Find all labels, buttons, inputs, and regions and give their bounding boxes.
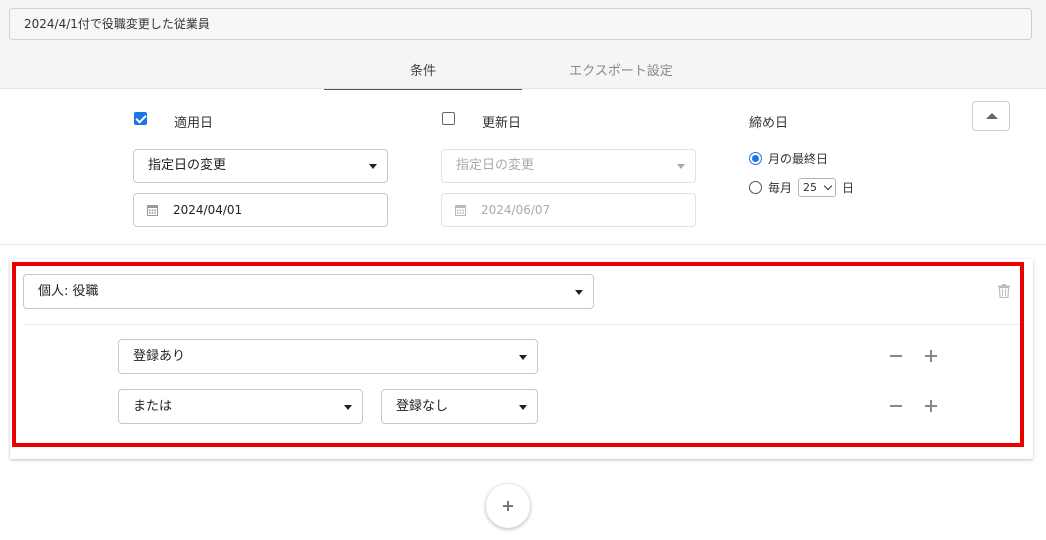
updated-date-mode-select[interactable]: 指定日の変更 (441, 149, 696, 183)
minus-icon[interactable] (888, 348, 904, 364)
tab-export-settings[interactable]: エクスポート設定 (522, 60, 720, 88)
chevron-down-icon (575, 289, 583, 295)
applied-date-label: 適用日 (174, 116, 214, 131)
title-input[interactable]: 2024/4/1付で役職変更した従業員 (9, 8, 1032, 40)
chevron-down-icon (519, 354, 527, 360)
tabs-divider (0, 88, 1046, 89)
updated-date-input[interactable]: 2024/06/07 (441, 193, 696, 227)
applied-date-value: 2024/04/01 (173, 203, 243, 217)
condition-value-2: 登録なし (396, 399, 449, 414)
calendar-icon (455, 205, 466, 216)
trash-icon[interactable] (998, 284, 1010, 298)
condition-value-select-1[interactable]: 登録あり (118, 339, 538, 374)
chevron-down-icon (823, 181, 833, 191)
minus-icon[interactable] (888, 398, 904, 414)
closing-monthly-suffix: 日 (842, 181, 855, 195)
updated-date-mode-value: 指定日の変更 (456, 158, 535, 173)
condition-value-1: 登録あり (133, 349, 186, 364)
closing-monthly-radio[interactable] (749, 181, 762, 194)
calendar-icon (147, 205, 158, 216)
applied-date-input[interactable]: 2024/04/01 (133, 193, 388, 227)
applied-date-mode-select[interactable]: 指定日の変更 (133, 149, 388, 183)
applied-date-mode-value: 指定日の変更 (148, 158, 227, 173)
closing-date-label: 締め日 (749, 116, 789, 131)
closing-day-value: 25 (803, 181, 817, 194)
section-divider (0, 244, 1046, 245)
closing-month-end-radio[interactable] (749, 152, 762, 165)
collapse-button[interactable] (972, 101, 1010, 131)
updated-date-label: 更新日 (482, 116, 522, 131)
condition-divider (24, 324, 1020, 325)
condition-value-select-2[interactable]: 登録なし (381, 389, 538, 424)
chevron-down-icon (677, 164, 685, 169)
condition-field-select[interactable]: 個人: 役職 (23, 274, 594, 309)
chevron-down-icon (369, 164, 377, 169)
updated-date-value: 2024/06/07 (481, 203, 551, 217)
condition-operator-value: または (133, 399, 173, 414)
closing-day-select[interactable]: 25 (798, 178, 836, 197)
closing-month-end-label: 月の最終日 (768, 152, 829, 166)
add-condition-button[interactable] (486, 484, 530, 528)
closing-monthly-prefix: 毎月 (768, 181, 793, 195)
updated-date-checkbox[interactable] (442, 112, 455, 125)
plus-icon[interactable] (923, 348, 939, 364)
condition-field-value: 個人: 役職 (38, 284, 99, 299)
plus-icon[interactable] (923, 398, 939, 414)
tab-conditions[interactable]: 条件 (324, 60, 522, 90)
chevron-down-icon (344, 404, 352, 410)
applied-date-checkbox[interactable] (134, 112, 147, 125)
chevron-down-icon (519, 404, 527, 410)
condition-operator-select[interactable]: または (118, 389, 363, 424)
